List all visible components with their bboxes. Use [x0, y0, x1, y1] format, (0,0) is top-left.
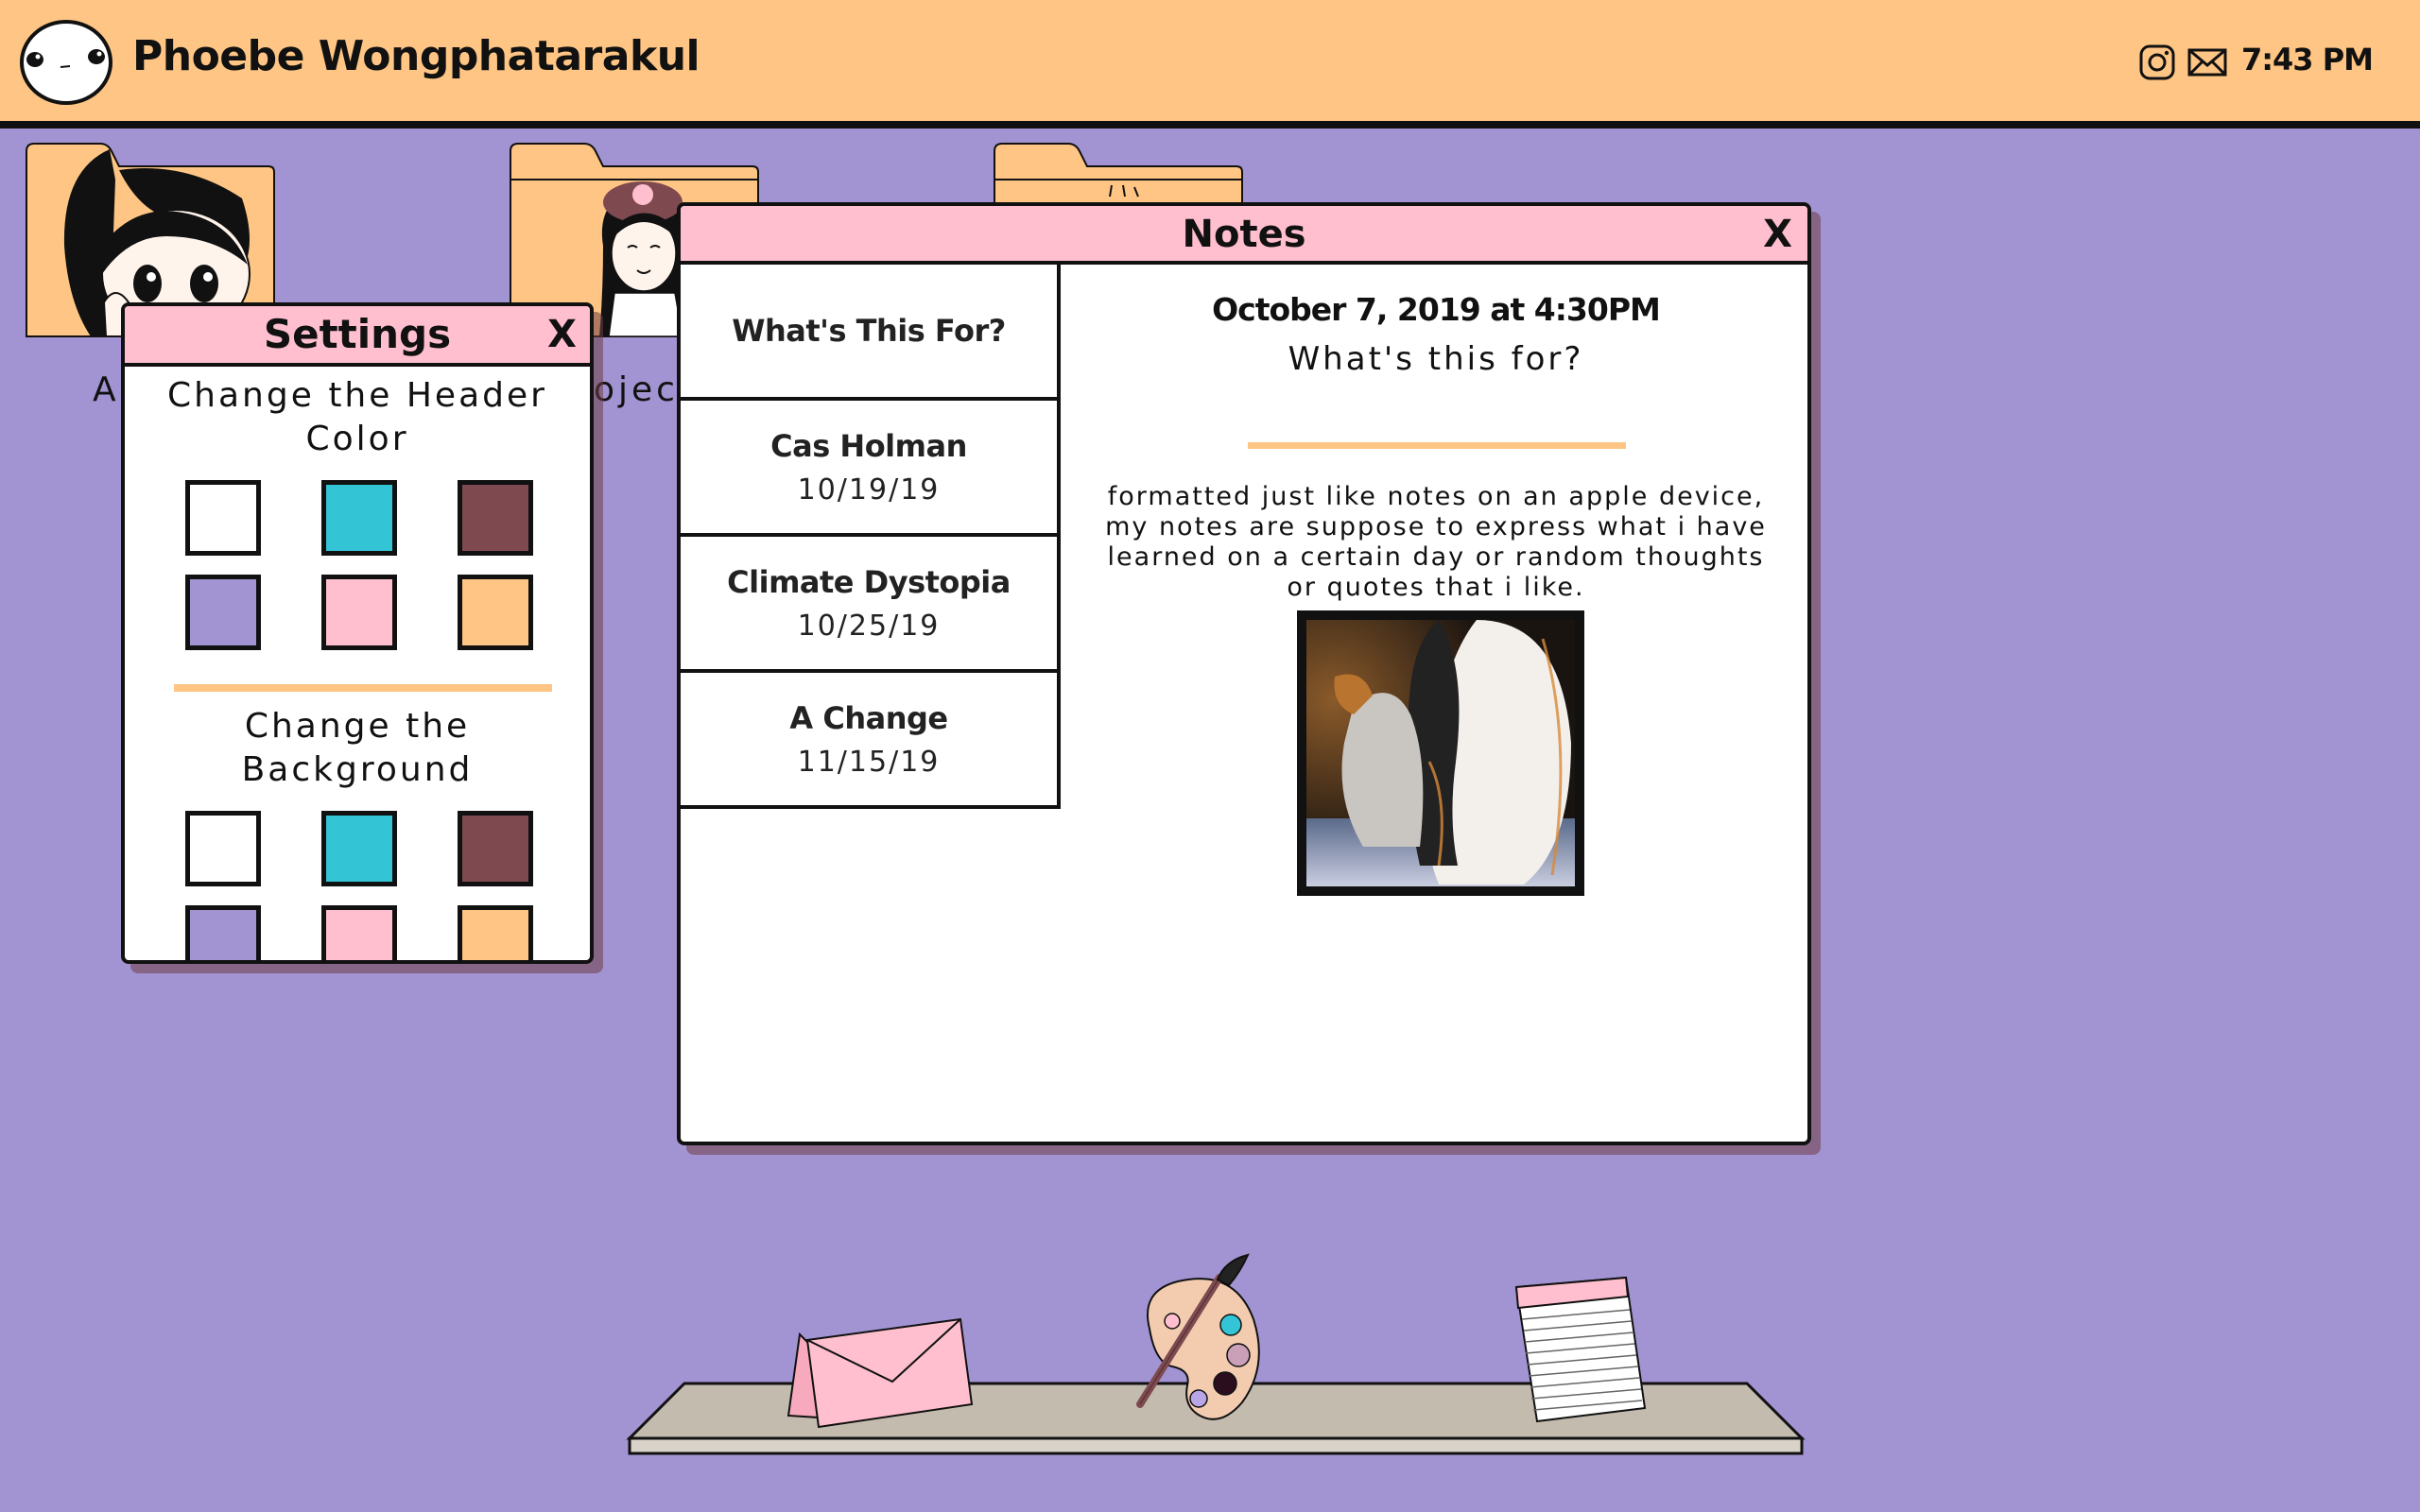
top-header: Phoebe Wongphatarakul 7:43 PM — [0, 0, 2420, 129]
header-swatch-pink[interactable] — [321, 575, 397, 650]
instagram-icon[interactable] — [2138, 43, 2176, 81]
background-swatch-lavender[interactable] — [185, 905, 261, 960]
header-swatch-teal[interactable] — [321, 480, 397, 556]
note-item-climate-dystopia[interactable]: Climate Dystopia 10/25/19 — [681, 537, 1061, 673]
penguin-photo — [1297, 610, 1584, 896]
note-title: What's this for? — [1288, 340, 1584, 378]
settings-divider — [174, 684, 552, 692]
note-item-whats-this-for[interactable]: What's This For? — [681, 265, 1061, 401]
header-swatch-white[interactable] — [185, 480, 261, 556]
note-title-underline — [1248, 442, 1626, 449]
note-content: October 7, 2019 at 4:30PM What's this fo… — [1064, 265, 1807, 1142]
notes-window[interactable]: Notes X What's This For? Cas Holman 10/1… — [677, 202, 1811, 1145]
mail-icon[interactable] — [2187, 43, 2227, 81]
settings-title: Settings — [263, 311, 452, 357]
notepad-icon[interactable] — [1514, 1276, 1647, 1423]
background-swatch-maroon[interactable] — [458, 811, 533, 886]
background-swatch-peach[interactable] — [458, 905, 533, 960]
header-swatch-peach[interactable] — [458, 575, 533, 650]
notes-title: Notes — [1182, 213, 1306, 256]
header-color-heading: Change the Header Color — [167, 376, 547, 458]
clock: 7:43 PM — [2240, 42, 2374, 77]
note-date: October 7, 2019 at 4:30PM — [1212, 291, 1661, 328]
note-item-a-change[interactable]: A Change 11/15/19 — [681, 673, 1061, 809]
background-swatch-white[interactable] — [185, 811, 261, 886]
notes-close-button[interactable]: X — [1763, 206, 1792, 263]
note-body-text: formatted just like notes on an apple de… — [1105, 482, 1767, 602]
background-swatch-pink[interactable] — [321, 905, 397, 960]
folder-about-label[interactable]: A — [93, 370, 120, 409]
notes-title-bar[interactable]: Notes — [681, 206, 1807, 265]
settings-window[interactable]: Settings X Change the Header Color Chang… — [121, 302, 594, 964]
background-color-heading: Change the Background — [241, 707, 474, 789]
header-swatch-lavender[interactable] — [185, 575, 261, 650]
notes-list: What's This For? Cas Holman 10/19/19 Cli… — [681, 265, 1061, 809]
note-item-cas-holman[interactable]: Cas Holman 10/19/19 — [681, 401, 1061, 537]
settings-close-button[interactable]: X — [547, 306, 577, 363]
folder-projects-label[interactable]: ojec — [594, 370, 679, 409]
mail-envelope-icon[interactable] — [781, 1315, 976, 1431]
avatar-icon[interactable] — [19, 19, 113, 106]
settings-title-bar[interactable]: Settings — [125, 306, 590, 367]
header-swatch-maroon[interactable] — [458, 480, 533, 556]
paint-palette-icon[interactable] — [1131, 1253, 1267, 1427]
site-title: Phoebe Wongphatarakul — [132, 32, 700, 80]
background-swatch-teal[interactable] — [321, 811, 397, 886]
